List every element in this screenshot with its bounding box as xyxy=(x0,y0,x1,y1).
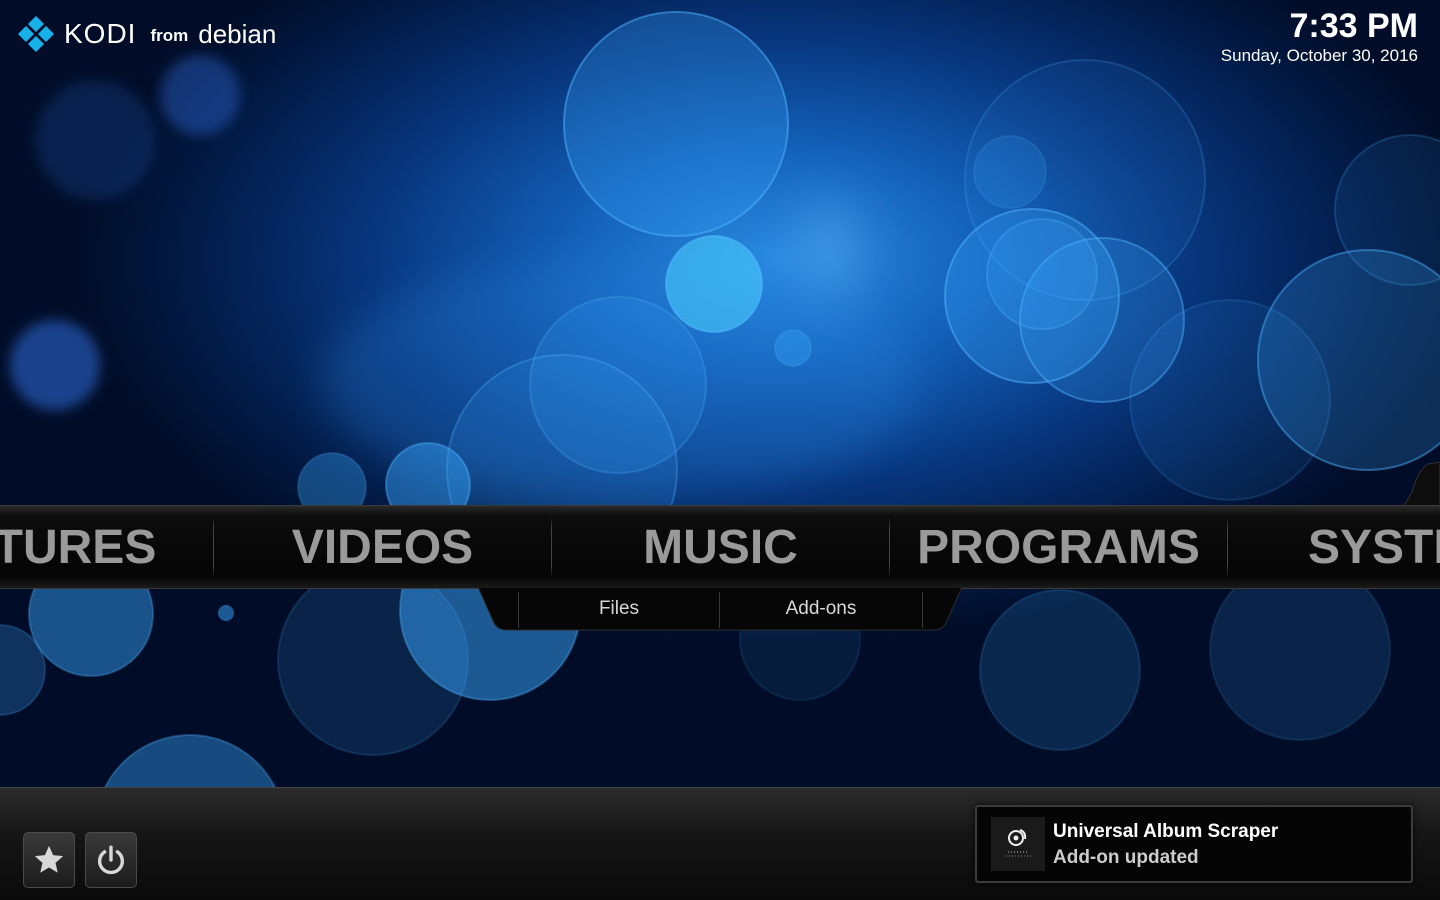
menu-item-system[interactable]: SYSTE xyxy=(1308,506,1440,588)
kodi-logo-icon xyxy=(18,16,54,52)
menu-separator xyxy=(1227,516,1228,578)
brand-name: KODI xyxy=(64,18,137,49)
submenu-item-files[interactable]: Files xyxy=(519,587,719,631)
album-scraper-icon xyxy=(991,817,1045,871)
kodi-home-screen: KODI from debian 7:33 PM Sunday, October… xyxy=(0,0,1440,900)
power-icon xyxy=(97,845,125,875)
brand-distro: debian xyxy=(198,18,277,49)
brand-header: KODI from debian xyxy=(16,14,276,54)
clock-time: 7:33 PM xyxy=(1289,7,1419,45)
main-menu-bar: TURES VIDEOS MUSIC PROGRAMS SYSTE xyxy=(0,505,1440,589)
background-bokeh xyxy=(0,0,1440,900)
clock-date: Sunday, October 30, 2016 xyxy=(1220,46,1418,65)
clock: 7:33 PM Sunday, October 30, 2016 xyxy=(1221,6,1418,66)
submenu-item-addons[interactable]: Add-ons xyxy=(720,587,922,631)
star-icon xyxy=(34,845,64,873)
notification-title: Universal Album Scraper xyxy=(1053,821,1279,842)
submenu-panel: Files Add-ons xyxy=(478,587,962,631)
favourites-button[interactable] xyxy=(23,832,75,888)
notification-message: Add-on updated xyxy=(1053,847,1199,868)
menu-edge-decoration xyxy=(1403,462,1440,506)
notification-toast: Universal Album Scraper Add-on updated xyxy=(975,805,1413,883)
menu-item-music[interactable]: MUSIC xyxy=(552,506,889,588)
menu-item-pictures[interactable]: TURES xyxy=(0,506,180,588)
menu-item-videos[interactable]: VIDEOS xyxy=(214,506,551,588)
power-button[interactable] xyxy=(85,832,137,888)
brand-from: from xyxy=(150,26,189,45)
menu-item-programs[interactable]: PROGRAMS xyxy=(890,506,1227,588)
submenu-separator xyxy=(922,592,923,628)
